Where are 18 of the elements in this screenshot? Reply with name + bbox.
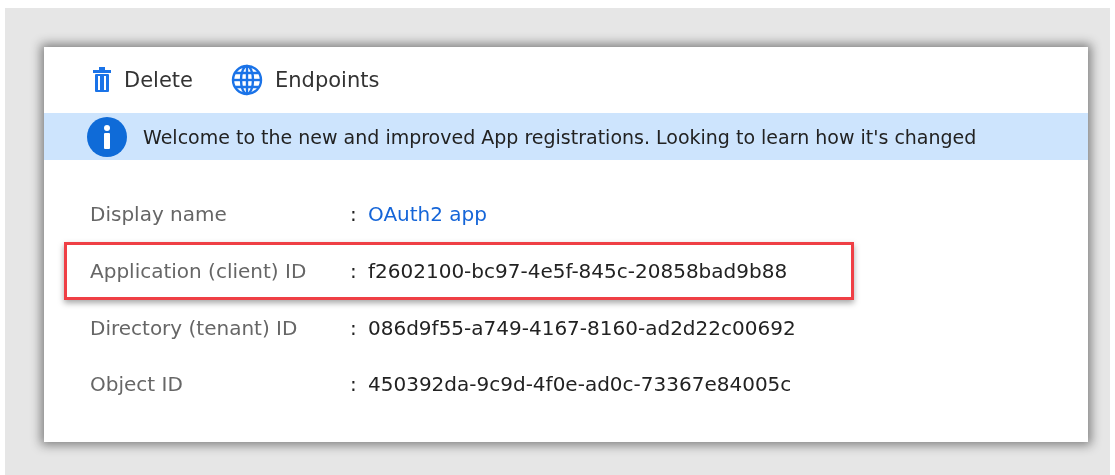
info-icon	[87, 116, 127, 157]
property-value: 450392da-9c9d-4f0e-ad0c-73367e84005c	[368, 372, 792, 396]
separator: :	[350, 202, 358, 226]
property-label: Application (client) ID	[90, 259, 308, 283]
banner-text: Welcome to the new and improved App registrations. Looking to learn how it's changed	[143, 125, 977, 148]
property-label: Object ID	[90, 372, 184, 396]
property-value: 086d9f55-a749-4167-8160-ad2d22c00692	[368, 316, 796, 340]
delete-button[interactable]: Delete	[92, 67, 193, 93]
trash-icon	[92, 67, 112, 93]
property-label: Display name	[90, 202, 228, 226]
endpoints-button[interactable]: Endpoints	[231, 64, 380, 96]
globe-icon	[231, 64, 263, 96]
value-link[interactable]: OAuth2 app	[368, 202, 487, 226]
separator: :	[350, 372, 358, 396]
property-label: Directory (tenant) ID	[90, 316, 299, 340]
separator: :	[350, 316, 358, 340]
property-value: f2602100-bc97-4e5f-845c-20858bad9b88	[368, 259, 788, 283]
separator: :	[350, 259, 358, 283]
